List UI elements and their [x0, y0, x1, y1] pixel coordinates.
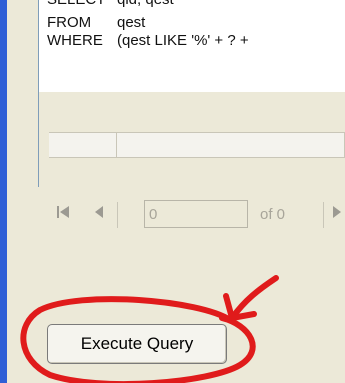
first-record-icon[interactable]	[56, 204, 70, 225]
next-record-icon[interactable]	[332, 204, 342, 225]
sql-keyword: SELECT	[47, 0, 117, 8]
sql-line-from: FROM qest	[47, 14, 145, 31]
execute-query-button[interactable]: Execute Query	[47, 324, 227, 364]
sql-query-editor[interactable]: SELECTqid, qest FROM qest WHERE (qest LIKE…	[38, 0, 345, 92]
record-navigator: of 0	[38, 192, 345, 242]
sql-line-select: SELECTqid, qest	[47, 0, 174, 8]
sql-text: (qest LIKE '%' + ? +	[117, 32, 249, 49]
previous-record-icon[interactable]	[94, 204, 104, 225]
results-grid[interactable]	[38, 92, 345, 187]
results-grid-header	[49, 132, 345, 158]
sql-text: qest	[117, 14, 146, 31]
sql-text: qid, qest	[117, 0, 174, 8]
sql-keyword: FROM	[47, 14, 92, 31]
grid-column-divider[interactable]	[116, 133, 117, 157]
navigator-separator	[323, 202, 324, 228]
sql-keyword: WHERE	[47, 32, 103, 49]
sql-line-where: WHERE (qest LIKE '%' + ? +	[47, 32, 249, 49]
record-count-label: of 0	[260, 206, 286, 223]
window-edge-bar	[0, 0, 7, 383]
navigator-separator	[117, 202, 118, 228]
record-position-input[interactable]	[144, 200, 248, 228]
